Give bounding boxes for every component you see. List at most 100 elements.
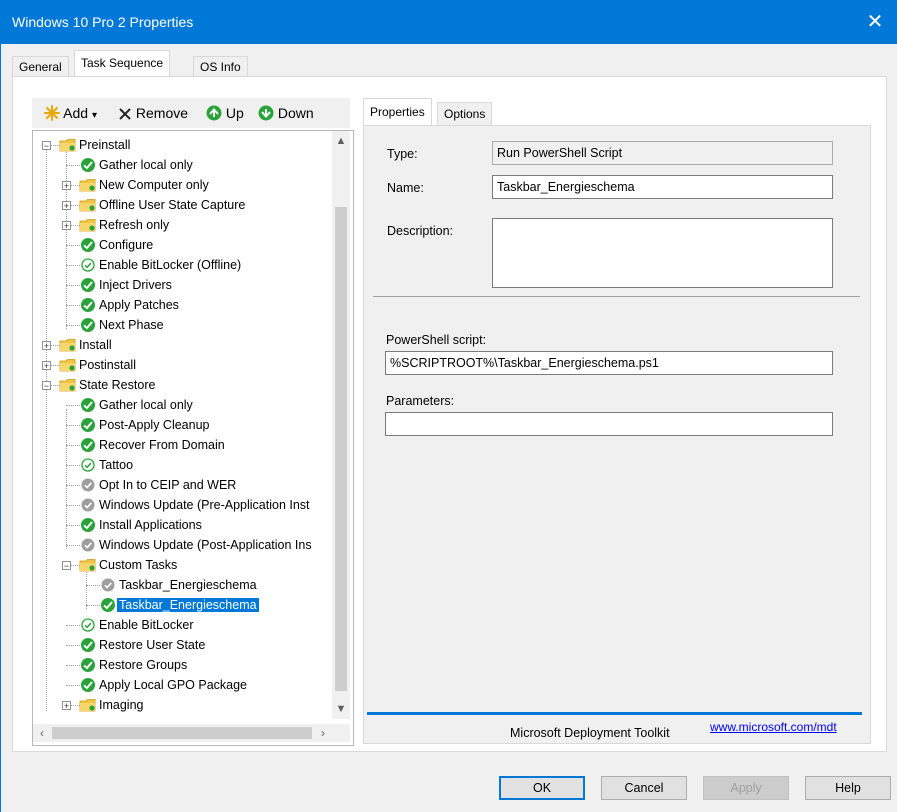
remove-x-icon — [119, 108, 131, 120]
folder-icon — [79, 219, 96, 232]
scroll-up-icon[interactable]: ▲ — [332, 133, 350, 149]
folder-icon — [59, 139, 76, 152]
tree-item[interactable]: Recover From Domain — [79, 435, 227, 455]
task-sequence-tree[interactable]: − Preinstall Gather local only + New Compute… — [32, 130, 354, 746]
name-field[interactable]: Taskbar_Energieschema — [492, 175, 833, 199]
collapse-icon[interactable]: − — [42, 381, 51, 391]
ok-button[interactable]: OK — [499, 776, 585, 800]
remove-button[interactable]: Remove — [118, 104, 188, 122]
tree-item[interactable]: Next Phase — [79, 315, 166, 335]
check-disabled-icon — [81, 498, 95, 512]
tree-item[interactable]: Apply Patches — [79, 295, 181, 315]
tree-item[interactable]: Gather local only — [79, 395, 195, 415]
tree-item[interactable]: Enable BitLocker — [79, 615, 196, 635]
scroll-down-icon[interactable]: ▼ — [332, 701, 350, 717]
scroll-thumb[interactable] — [335, 207, 347, 691]
check-success-icon — [81, 518, 95, 532]
expand-icon[interactable]: + — [62, 181, 71, 191]
scroll-corner — [332, 724, 350, 742]
tree-item-label: Taskbar_Energieschema — [119, 578, 257, 592]
tree-item[interactable]: Windows Update (Post-Application Ins — [79, 535, 314, 555]
tree-item[interactable]: Apply Local GPO Package — [79, 675, 249, 695]
check-success-icon — [101, 598, 115, 612]
tree-item-label: Configure — [99, 238, 154, 252]
tree-item-label: Preinstall — [79, 138, 131, 152]
tree-item-label: Offline User State Capture — [99, 198, 246, 212]
expand-icon[interactable]: + — [42, 341, 51, 351]
help-button[interactable]: Help — [805, 776, 891, 800]
hscroll-thumb[interactable] — [52, 727, 312, 739]
tree-item[interactable]: Opt In to CEIP and WER — [79, 475, 238, 495]
add-button[interactable]: Add ▾ — [44, 104, 97, 122]
down-button[interactable]: Down — [258, 104, 314, 122]
window-border — [0, 44, 1, 812]
tree-item-label: Install Applications — [99, 518, 202, 532]
tree-item[interactable]: Enable BitLocker (Offline) — [79, 255, 243, 275]
check-outline-icon — [81, 258, 95, 272]
tree-item-label: Restore Groups — [99, 658, 188, 672]
folder-icon — [79, 179, 96, 192]
tree-item[interactable]: Imaging — [79, 695, 145, 715]
tree-item[interactable]: Windows Update (Pre-Application Inst — [79, 495, 312, 515]
scroll-left-icon[interactable]: ‹ — [33, 724, 51, 742]
tree-item[interactable]: Inject Drivers — [79, 275, 174, 295]
tab-os-info[interactable]: OS Info — [193, 56, 248, 77]
name-label: Name: — [387, 181, 424, 195]
tree-item[interactable]: State Restore — [59, 375, 157, 395]
expand-icon[interactable]: + — [62, 221, 71, 231]
tree-item[interactable]: Preinstall — [59, 135, 132, 155]
tree-item[interactable]: Tattoo — [79, 455, 135, 475]
window-title: Windows 10 Pro 2 Properties — [12, 14, 194, 30]
type-label: Type: — [387, 147, 418, 161]
tree-guide-line — [66, 305, 80, 306]
tree-item[interactable]: Restore Groups — [79, 655, 189, 675]
tree-guide-line — [66, 405, 80, 406]
parameters-field[interactable] — [385, 412, 833, 436]
powershell-script-field[interactable]: %SCRIPTROOT%\Taskbar_Energieschema.ps1 — [385, 351, 833, 375]
tree-guide-line — [66, 149, 67, 329]
apply-button[interactable]: Apply — [703, 776, 789, 800]
tree-item[interactable]: Custom Tasks — [79, 555, 179, 575]
tree-item[interactable]: Refresh only — [79, 215, 171, 235]
tree-item[interactable]: Post-Apply Cleanup — [79, 415, 211, 435]
tree-item[interactable]: Taskbar_Energieschema — [99, 575, 259, 595]
add-star-icon — [44, 105, 60, 121]
check-success-icon — [81, 658, 95, 672]
folder-icon — [59, 379, 76, 392]
tree-item[interactable]: Configure — [79, 235, 155, 255]
tree-item-label: Recover From Domain — [99, 438, 225, 452]
up-button[interactable]: Up — [206, 104, 244, 122]
expand-icon[interactable]: + — [62, 201, 71, 211]
expand-icon[interactable]: + — [62, 701, 71, 711]
tree-item[interactable]: Restore User State — [79, 635, 207, 655]
tree-guide-line — [86, 569, 87, 609]
tree-item[interactable]: Install Applications — [79, 515, 204, 535]
tab-task-sequence[interactable]: Task Sequence — [74, 50, 171, 77]
tree-item[interactable]: Gather local only — [79, 155, 195, 175]
collapse-icon[interactable]: − — [42, 141, 51, 151]
cancel-button[interactable]: Cancel — [601, 776, 687, 800]
scroll-right-icon[interactable]: › — [314, 724, 332, 742]
tree-item[interactable]: Offline User State Capture — [79, 195, 247, 215]
folder-icon — [79, 559, 96, 572]
tree-guide-line — [66, 409, 67, 549]
check-disabled-icon — [81, 538, 95, 552]
tree-item[interactable]: Taskbar_Energieschema — [99, 595, 259, 615]
tree-vertical-scrollbar[interactable]: ▲ ▼ — [332, 131, 350, 719]
tab-properties[interactable]: Properties — [363, 98, 432, 126]
close-icon[interactable]: ✕ — [853, 0, 897, 44]
expand-icon[interactable]: + — [42, 361, 51, 371]
tree-item[interactable]: Postinstall — [59, 355, 138, 375]
tab-options[interactable]: Options — [437, 102, 493, 125]
check-success-icon — [81, 638, 95, 652]
tree-item[interactable]: Install — [59, 335, 114, 355]
tab-general[interactable]: General — [12, 56, 69, 77]
tree-horizontal-scrollbar[interactable]: ‹ › — [33, 724, 332, 742]
collapse-icon[interactable]: − — [62, 561, 71, 571]
powershell-script-label: PowerShell script: — [386, 333, 487, 347]
mdt-link[interactable]: www.microsoft.com/mdt — [710, 720, 837, 734]
tree-item-label: Enable BitLocker — [99, 618, 194, 632]
check-disabled-icon — [101, 578, 115, 592]
tree-item[interactable]: New Computer only — [79, 175, 211, 195]
description-field[interactable] — [492, 218, 833, 288]
